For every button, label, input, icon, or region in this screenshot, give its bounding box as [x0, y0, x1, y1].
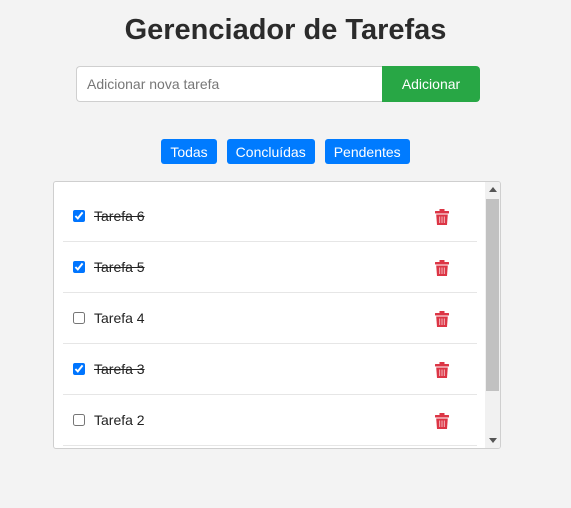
trash-icon[interactable] — [435, 311, 449, 327]
task-label: Tarefa 4 — [94, 310, 145, 326]
scrollbar-thumb[interactable] — [486, 199, 499, 391]
task-list: Tarefa 6 Tarefa 5 Tarefa 4 Tarefa 3 Tarefa 2 — [63, 191, 477, 446]
task-item: Tarefa 5 — [63, 242, 477, 293]
filter-completed-button[interactable]: Concluídas — [226, 139, 315, 164]
task-item: Tarefa 4 — [63, 293, 477, 344]
scroll-up-arrow-icon[interactable] — [489, 187, 497, 192]
page-title: Gerenciador de Tarefas — [124, 14, 447, 46]
filter-pending-button[interactable]: Pendentes — [324, 139, 410, 164]
task-label: Tarefa 6 — [94, 208, 145, 224]
trash-icon[interactable] — [435, 362, 449, 378]
task-checkbox[interactable] — [73, 312, 85, 324]
scrollbar[interactable] — [485, 182, 500, 448]
trash-icon[interactable] — [435, 209, 449, 225]
task-label: Tarefa 5 — [94, 259, 145, 275]
filter-bar: Todas Concluídas Pendentes — [0, 139, 571, 164]
scroll-down-arrow-icon[interactable] — [489, 438, 497, 443]
task-label: Tarefa 2 — [94, 412, 145, 428]
new-task-input[interactable] — [76, 66, 382, 102]
task-checkbox[interactable] — [73, 261, 85, 273]
add-task-button[interactable]: Adicionar — [382, 66, 480, 102]
task-checkbox[interactable] — [73, 210, 85, 222]
task-list-container: Tarefa 6 Tarefa 5 Tarefa 4 Tarefa 3 Tarefa 2 — [53, 181, 501, 449]
trash-icon[interactable] — [435, 260, 449, 276]
task-checkbox[interactable] — [73, 414, 85, 426]
trash-icon[interactable] — [435, 413, 449, 429]
task-item: Tarefa 2 — [63, 395, 477, 446]
task-checkbox[interactable] — [73, 363, 85, 375]
task-label: Tarefa 3 — [94, 361, 145, 377]
add-task-form: Adicionar — [76, 66, 480, 102]
task-item: Tarefa 6 — [63, 191, 477, 242]
filter-all-button[interactable]: Todas — [161, 139, 217, 164]
task-item: Tarefa 3 — [63, 344, 477, 395]
